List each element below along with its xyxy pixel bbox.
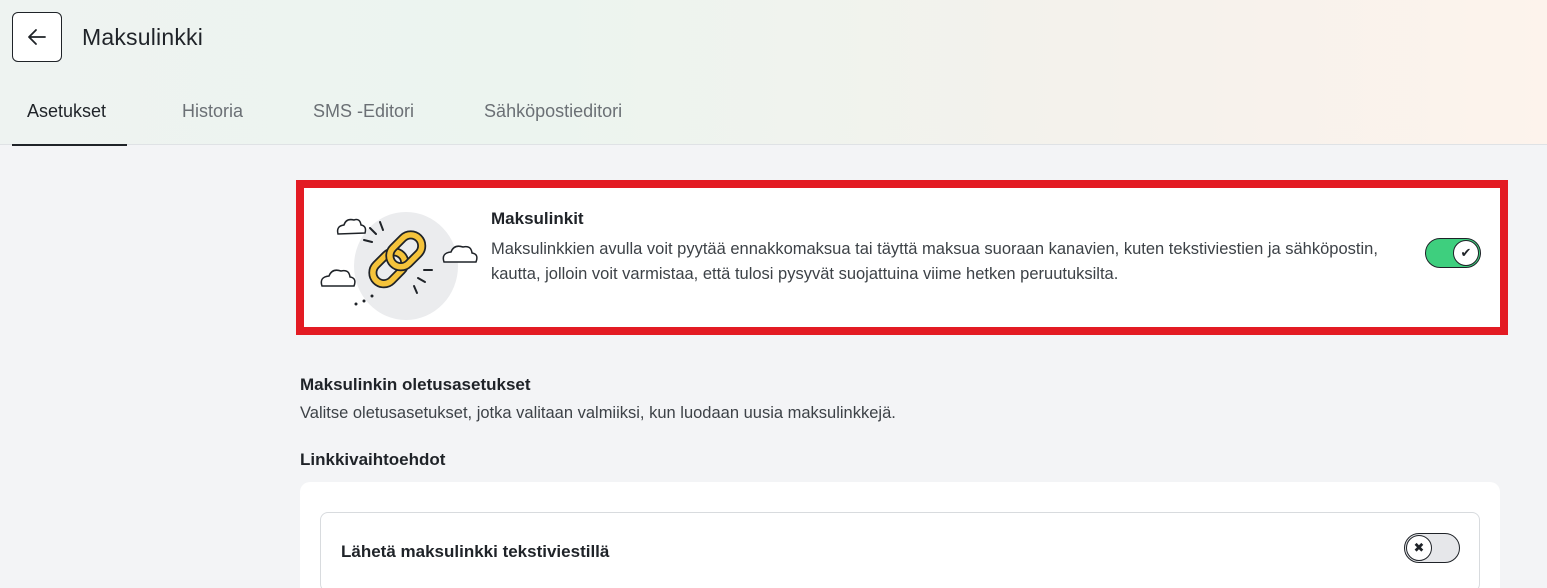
- option-row-sms: Lähetä maksulinkki tekstiviestillä ✖: [320, 512, 1480, 588]
- payment-links-title: Maksulinkit: [491, 209, 584, 228]
- link-options-panel: Lähetä maksulinkki tekstiviestillä ✖: [300, 482, 1500, 588]
- arrow-left-icon: [28, 29, 46, 45]
- chain-link-icon: [320, 212, 478, 320]
- payment-links-toggle[interactable]: ✔: [1425, 238, 1481, 268]
- tab-sms-editori[interactable]: SMS -Editori: [298, 78, 429, 145]
- tab-sahkopostieditori[interactable]: Sähköpostieditori: [469, 78, 637, 145]
- page-title: Maksulinkki: [82, 24, 204, 50]
- tab-bar: Asetukset Historia SMS -Editori Sähköpos…: [12, 78, 637, 146]
- x-icon: ✖: [1406, 535, 1432, 561]
- defaults-description: Valitse oletusasetukset, jotka valitaan …: [300, 404, 896, 422]
- payment-links-card: Maksulinkit Maksulinkkien avulla voit py…: [296, 180, 1508, 335]
- defaults-title: Maksulinkin oletusasetukset: [300, 375, 531, 394]
- back-button[interactable]: [12, 12, 62, 62]
- option-label-sms: Lähetä maksulinkki tekstiviestillä: [341, 542, 610, 561]
- payment-links-description: Maksulinkkien avulla voit pyytää ennakko…: [491, 240, 1378, 283]
- check-icon: ✔: [1453, 240, 1479, 266]
- tab-asetukset[interactable]: Asetukset: [12, 78, 127, 146]
- link-options-title: Linkkivaihtoehdot: [300, 450, 446, 469]
- tab-historia[interactable]: Historia: [167, 78, 258, 145]
- sms-link-toggle[interactable]: ✖: [1404, 533, 1460, 563]
- page-header: Maksulinkki Asetukset Historia SMS -Edit…: [0, 0, 1547, 146]
